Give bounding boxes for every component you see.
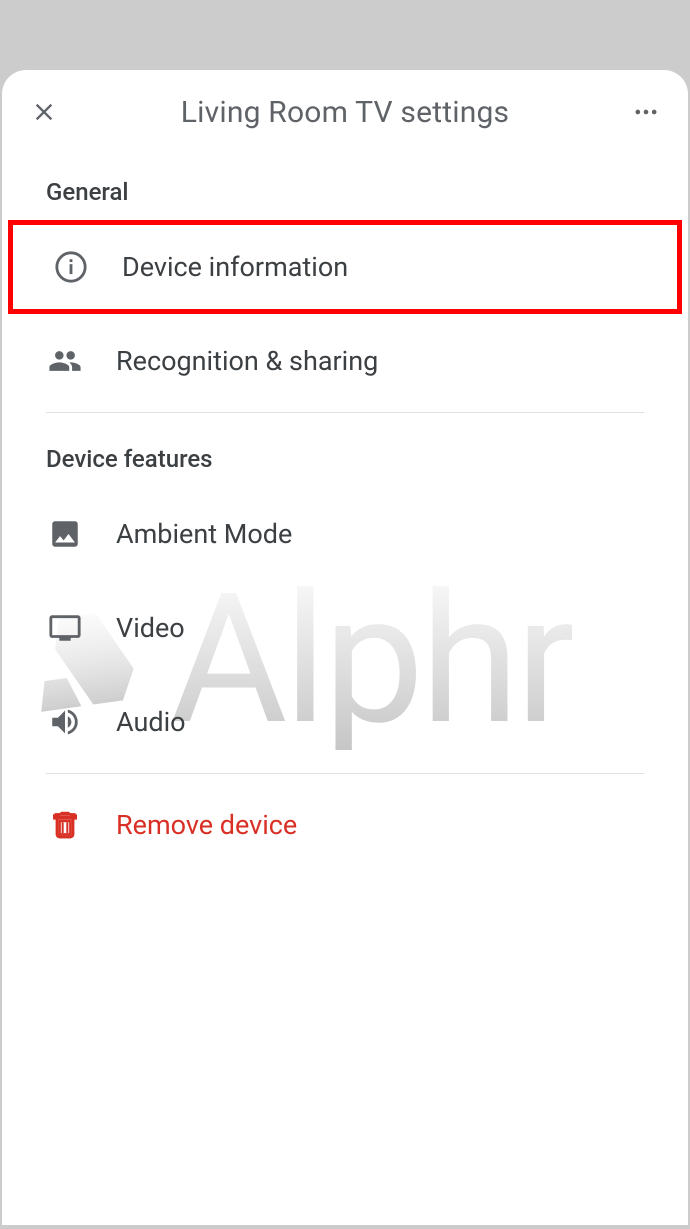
people-icon [46, 342, 84, 380]
item-label: Ambient Mode [116, 518, 292, 550]
close-icon [30, 98, 58, 126]
section-header-device-features: Device features [2, 417, 688, 487]
item-audio[interactable]: Audio [2, 675, 688, 769]
item-remove-device[interactable]: Remove device [2, 778, 688, 872]
close-button[interactable] [26, 94, 62, 130]
item-label: Audio [116, 706, 186, 738]
item-label: Recognition & sharing [116, 345, 378, 377]
item-label: Device information [122, 251, 348, 283]
tv-icon [46, 609, 84, 647]
item-device-information[interactable]: Device information [8, 220, 682, 314]
section-header-general: General [2, 150, 688, 220]
divider [46, 412, 644, 413]
item-recognition-sharing[interactable]: Recognition & sharing [2, 314, 688, 408]
more-horiz-icon [632, 98, 660, 126]
trash-icon [46, 806, 84, 844]
item-label: Video [116, 612, 185, 644]
item-video[interactable]: Video [2, 581, 688, 675]
info-icon [52, 248, 90, 286]
settings-sheet: Alphr Living Room TV settings [2, 70, 688, 1225]
divider [46, 773, 644, 774]
more-button[interactable] [628, 94, 664, 130]
item-label: Remove device [116, 809, 297, 841]
volume-icon [46, 703, 84, 741]
image-icon [46, 515, 84, 553]
page-title: Living Room TV settings [62, 95, 628, 130]
header-bar: Living Room TV settings [2, 70, 688, 150]
item-ambient-mode[interactable]: Ambient Mode [2, 487, 688, 581]
